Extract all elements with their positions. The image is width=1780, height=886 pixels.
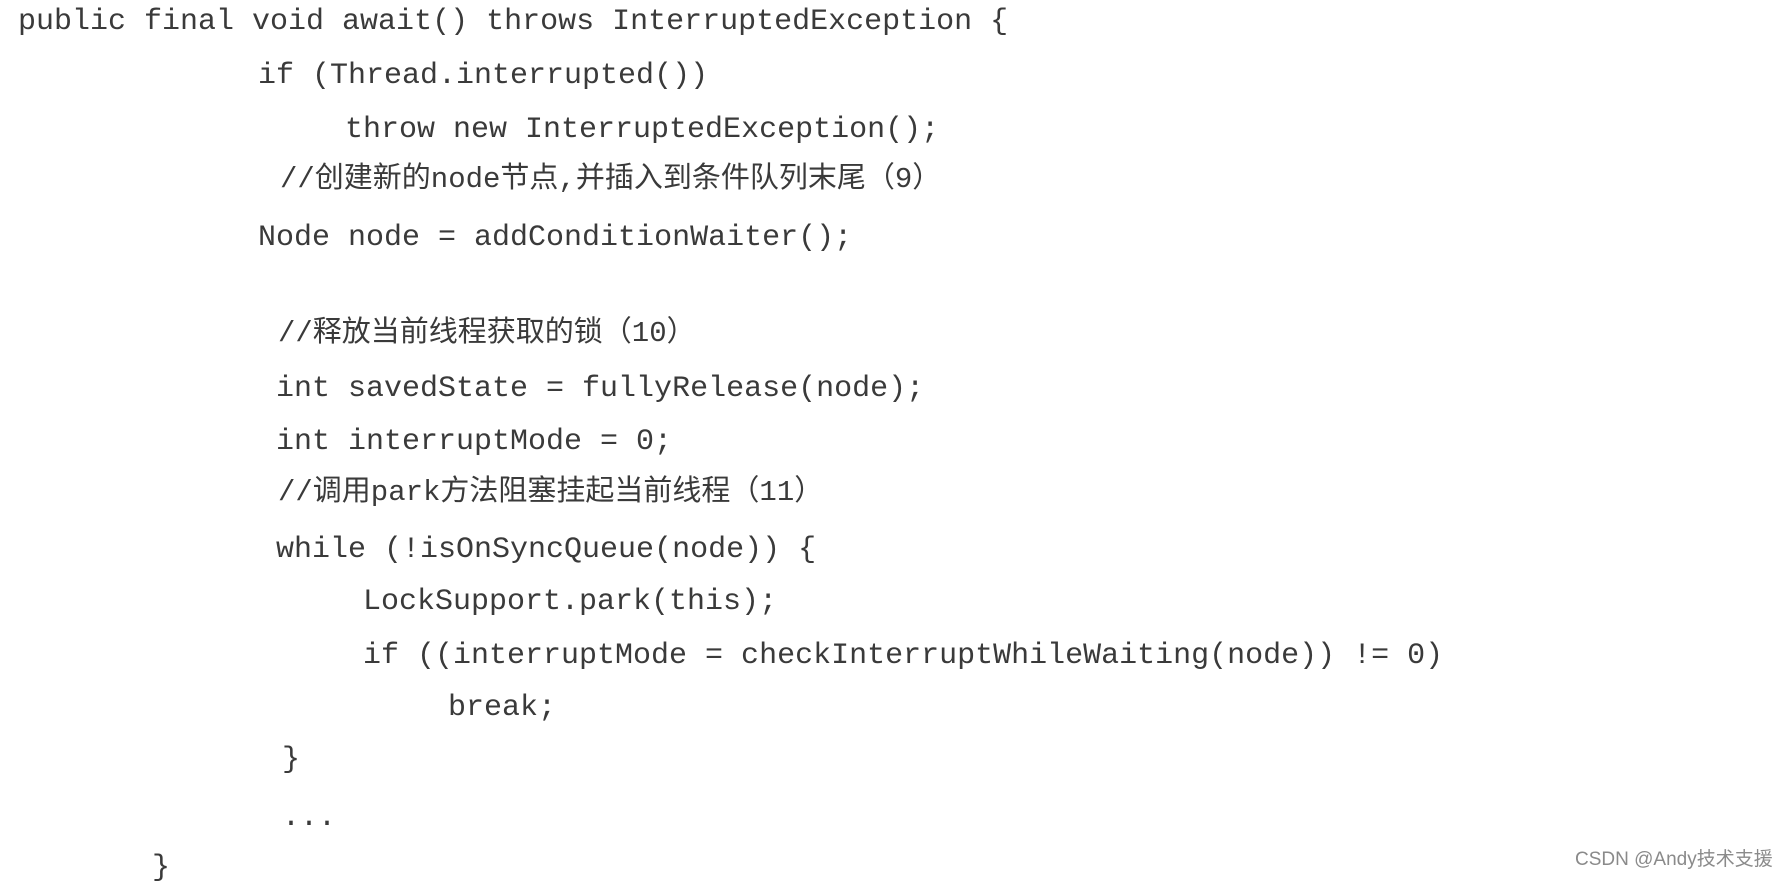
code-line-ellipsis: ... bbox=[282, 801, 337, 835]
watermark: CSDN @Andy技术支援 bbox=[1575, 849, 1773, 870]
code-line-throw: throw new InterruptedException(); bbox=[345, 113, 940, 147]
code-line-while-close-brace: } bbox=[282, 743, 301, 777]
code-comment-9: //创建新的node节点,并插入到条件队列末尾（9） bbox=[280, 163, 942, 196]
code-line-break: break; bbox=[448, 691, 557, 725]
code-line-if-interrupted: if (Thread.interrupted()) bbox=[258, 59, 709, 93]
code-line-park: LockSupport.park(this); bbox=[363, 585, 778, 619]
code-line-method-close-brace: } bbox=[152, 851, 171, 885]
code-line-while: while (!isOnSyncQueue(node)) { bbox=[276, 533, 817, 567]
code-comment-10: //释放当前线程获取的锁（10） bbox=[278, 317, 696, 350]
code-line-check-interrupt: if ((interruptMode = checkInterruptWhile… bbox=[363, 639, 1444, 673]
code-comment-11: //调用park方法阻塞挂起当前线程（11） bbox=[278, 476, 824, 509]
code-line-add-waiter: Node node = addConditionWaiter(); bbox=[258, 221, 853, 255]
method-signature: public final void await() throws Interru… bbox=[18, 5, 1009, 39]
code-line-interrupt-mode: int interruptMode = 0; bbox=[276, 425, 673, 459]
code-line-saved-state: int savedState = fullyRelease(node); bbox=[276, 372, 925, 406]
